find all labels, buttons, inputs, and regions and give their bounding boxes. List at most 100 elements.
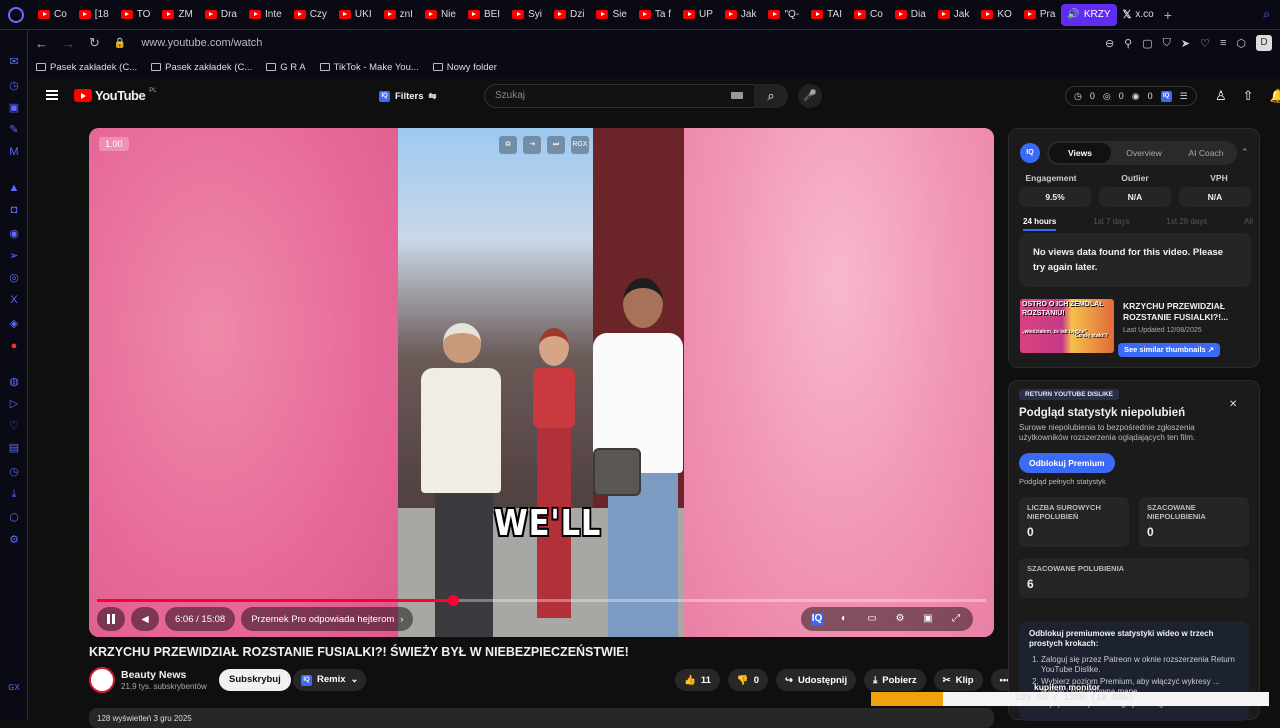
like-button[interactable]: 👍 11: [675, 669, 720, 691]
wallet-icon[interactable]: ▤: [8, 442, 20, 454]
lock-icon[interactable]: 🔒: [114, 38, 126, 49]
progress-bar[interactable]: [97, 595, 986, 606]
youtube-music-icon[interactable]: ●: [8, 340, 20, 352]
search-input[interactable]: Szukaj: [484, 84, 769, 108]
rgx-icon[interactable]: RGX: [571, 136, 589, 154]
tab-item[interactable]: Jak: [932, 4, 976, 26]
tab-views[interactable]: Views: [1049, 143, 1111, 163]
heart-icon[interactable]: ♡: [1200, 37, 1210, 50]
discord-icon[interactable]: ◈: [8, 318, 20, 330]
bell-icon[interactable]: 🔔: [1270, 88, 1280, 104]
extension-icon[interactable]: ⬡: [8, 512, 20, 524]
x-icon[interactable]: X: [8, 294, 20, 306]
tab-item[interactable]: TO: [115, 4, 157, 26]
youtube-logo[interactable]: YouTube PL: [74, 88, 157, 103]
chapter-button[interactable]: Przemek Pro odpowiada hejterom ›: [241, 607, 414, 631]
pip-icon[interactable]: ⧉: [499, 136, 517, 154]
tab-item[interactable]: BEI: [462, 4, 506, 26]
tab-ai-coach[interactable]: AI Coach: [1175, 148, 1237, 158]
tab-item[interactable]: Nie: [419, 4, 462, 26]
tab-item[interactable]: Inte: [243, 4, 288, 26]
mail-box-icon[interactable]: M: [8, 146, 20, 158]
back-icon[interactable]: ←: [35, 36, 48, 51]
tab-overview[interactable]: Overview: [1113, 148, 1175, 158]
settings-gear-icon[interactable]: ⚙: [893, 613, 907, 625]
tab-search-icon[interactable]: ⌕: [1263, 7, 1270, 22]
dislike-button[interactable]: 👎 0: [727, 669, 769, 691]
period-7d[interactable]: 1st 7 days: [1093, 217, 1129, 231]
tab-item[interactable]: Czy: [288, 4, 333, 26]
download-button[interactable]: ⤓ Pobierz: [864, 669, 926, 691]
tab-item[interactable]: [18: [73, 4, 115, 26]
play-icon[interactable]: ▷: [8, 398, 20, 410]
tab-item[interactable]: znI: [378, 4, 419, 26]
download-icon[interactable]: ⤓: [8, 488, 20, 500]
subscribe-button[interactable]: Subskrybuj: [219, 669, 291, 691]
period-all[interactable]: All: [1244, 217, 1253, 231]
volume-button[interactable]: ◀: [131, 607, 159, 631]
timer-icon[interactable]: ◷: [8, 80, 20, 92]
playback-speed[interactable]: 1.00: [99, 137, 129, 151]
tab-active[interactable]: 🔊 KRZY: [1061, 3, 1117, 26]
settings-icon[interactable]: ⚙: [8, 534, 20, 546]
close-icon[interactable]: ✕: [1229, 399, 1237, 410]
zoom-icon[interactable]: ⊖: [1105, 37, 1114, 50]
bookmark-item[interactable]: TikTok - Make You...: [319, 62, 419, 73]
upload-icon[interactable]: ⇧: [1243, 88, 1254, 104]
tab-item[interactable]: ZM: [156, 4, 198, 26]
channel-name[interactable]: Beauty News: [121, 669, 186, 681]
tab-item[interactable]: Sie: [590, 4, 632, 26]
video-thumbnail[interactable]: OSTRO O ICH ROZSTANIU! ZEMDLAŁ „wiedział…: [1020, 299, 1114, 353]
tab-item[interactable]: TAI: [805, 4, 848, 26]
gx-icon[interactable]: GX: [8, 682, 20, 694]
tab-item[interactable]: Dzi: [548, 4, 590, 26]
header-stats[interactable]: ◷ 0 ◎ 0 ◉ 0 IQ ☰: [1065, 86, 1197, 106]
notes-icon[interactable]: ✎: [8, 124, 20, 136]
history-icon[interactable]: ◷: [8, 466, 20, 478]
profile-avatar[interactable]: D: [1256, 35, 1272, 51]
arc-icon[interactable]: ▲: [8, 182, 20, 194]
channel-avatar[interactable]: [89, 667, 115, 693]
new-tab-button[interactable]: +: [1164, 7, 1172, 23]
bookmark-item[interactable]: Pasek zakładek (C...: [151, 62, 252, 73]
mail-icon[interactable]: ✉: [8, 56, 20, 68]
pin-icon[interactable]: ⚲: [1124, 37, 1132, 50]
telegram-icon[interactable]: ➢: [8, 250, 20, 262]
tab-item[interactable]: "Q-: [762, 4, 805, 26]
robot-icon[interactable]: ▣: [8, 102, 20, 114]
subtitles-icon[interactable]: ▭: [865, 613, 879, 625]
award-icon[interactable]: ♙: [1215, 88, 1227, 104]
remix-button[interactable]: IQ Remix ⌄: [293, 669, 367, 691]
miniplayer-icon[interactable]: ▣: [921, 613, 935, 625]
description-box[interactable]: 128 wyświetleń 3 gru 2025: [89, 708, 994, 728]
bookmark-item[interactable]: Nowy folder: [432, 62, 497, 73]
browser-logo-icon[interactable]: [8, 6, 24, 23]
shield-icon[interactable]: ⛉: [1163, 37, 1171, 50]
tab-item[interactable]: Dia: [889, 4, 932, 26]
similar-thumbnails-button[interactable]: See similar thumbnails ↗: [1118, 343, 1221, 357]
clip-button[interactable]: ✂ Klip: [933, 669, 983, 691]
forward-icon[interactable]: →: [62, 36, 75, 51]
video-player[interactable]: WE'LL 1.00 ⧉ ⇥ ⏭ RGX ◀ 6:06 / 15:08 Prze…: [89, 128, 994, 637]
unlock-premium-button[interactable]: Odblokuj Premium: [1019, 453, 1115, 473]
keyboard-icon[interactable]: [731, 92, 743, 99]
bookmark-item[interactable]: G R A: [266, 62, 306, 73]
tab-item[interactable]: Pra: [1018, 4, 1062, 26]
twitch-icon[interactable]: ◘: [8, 204, 20, 216]
full-stats-link[interactable]: Podgląd pełnych statystyk: [1019, 477, 1106, 486]
reload-icon[interactable]: ↻: [89, 35, 100, 51]
send-icon[interactable]: ➤: [1181, 37, 1190, 50]
vidiq-player-icon[interactable]: IQ: [811, 613, 823, 625]
tab-item[interactable]: Co: [848, 4, 889, 26]
tab-item[interactable]: Co: [32, 4, 73, 26]
mic-icon[interactable]: 🎤: [798, 84, 822, 108]
tab-item[interactable]: Dra: [199, 4, 243, 26]
progress-scrubber[interactable]: [447, 595, 459, 606]
messenger-icon[interactable]: ◉: [8, 228, 20, 240]
fullscreen-icon[interactable]: ⤢: [949, 613, 963, 625]
autoplay-toggle-icon[interactable]: ◐: [837, 613, 851, 625]
skip-icon[interactable]: ⏭: [547, 136, 565, 154]
menu-icon[interactable]: [46, 90, 58, 100]
pause-button[interactable]: [97, 607, 125, 631]
tab-item[interactable]: Jak: [719, 4, 763, 26]
